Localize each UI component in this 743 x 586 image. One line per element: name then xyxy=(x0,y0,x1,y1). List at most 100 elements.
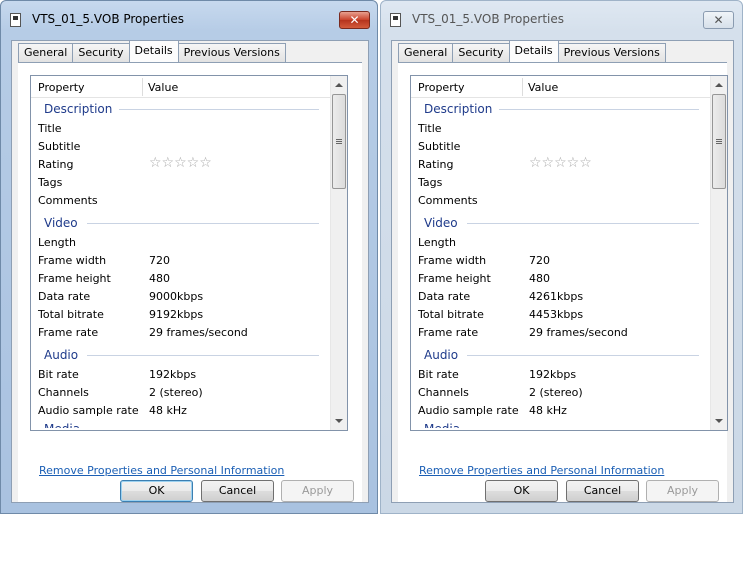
row-comments-label[interactable]: Comments xyxy=(418,194,478,207)
column-header: Property Value xyxy=(31,76,330,98)
row-data-rate-value[interactable]: 9000kbps xyxy=(149,290,203,303)
row-tags-label[interactable]: Tags xyxy=(38,176,62,189)
properties-dialog-left: VTS_01_5.VOB Properties ✕ General Securi… xyxy=(0,0,378,514)
rating-stars[interactable]: ☆☆☆☆☆ xyxy=(149,155,212,171)
row-frame-height-label[interactable]: Frame height xyxy=(418,272,491,285)
tab-details[interactable]: Details xyxy=(508,40,559,62)
remove-properties-link[interactable]: Remove Properties and Personal Informati… xyxy=(419,464,664,477)
row-data-rate-value[interactable]: 4261kbps xyxy=(529,290,583,303)
row-bit-rate-value[interactable]: 192kbps xyxy=(529,368,576,381)
row-data-rate-label[interactable]: Data rate xyxy=(38,290,90,303)
row-frame-rate-label[interactable]: Frame rate xyxy=(418,326,478,339)
scroll-down-arrow-icon[interactable] xyxy=(335,419,343,423)
tab-strip: General Security Details Previous Versio… xyxy=(398,40,666,62)
row-channels-value[interactable]: 2 (stereo) xyxy=(149,386,203,399)
row-frame-height-value[interactable]: 480 xyxy=(149,272,170,285)
grip-icon xyxy=(336,139,342,144)
rating-stars[interactable]: ☆☆☆☆☆ xyxy=(529,155,592,171)
tab-general[interactable]: General xyxy=(18,43,74,62)
details-list[interactable]: Property Value Description Title Subtitl… xyxy=(30,75,348,431)
tab-content: Property Value Description Title Subtitl… xyxy=(18,62,362,502)
row-length-label[interactable]: Length xyxy=(38,236,76,249)
row-bit-rate-value[interactable]: 192kbps xyxy=(149,368,196,381)
title-bar[interactable]: VTS_01_5.VOB Properties ✕ xyxy=(381,1,742,37)
row-length-label[interactable]: Length xyxy=(418,236,456,249)
row-frame-width-label[interactable]: Frame width xyxy=(418,254,486,267)
scroll-down-arrow-icon[interactable] xyxy=(715,419,723,423)
row-channels-label[interactable]: Channels xyxy=(38,386,89,399)
group-video: Video xyxy=(424,216,458,230)
vertical-scrollbar[interactable] xyxy=(710,76,727,430)
scroll-up-arrow-icon[interactable] xyxy=(715,83,723,87)
group-divider xyxy=(87,223,319,224)
row-bit-rate-label[interactable]: Bit rate xyxy=(418,368,459,381)
row-sample-rate-label[interactable]: Audio sample rate xyxy=(38,404,139,417)
file-icon xyxy=(10,13,21,27)
row-subtitle-label[interactable]: Subtitle xyxy=(418,140,460,153)
row-subtitle-label[interactable]: Subtitle xyxy=(38,140,80,153)
window-title: VTS_01_5.VOB Properties xyxy=(32,12,185,26)
row-comments-label[interactable]: Comments xyxy=(38,194,98,207)
group-description: Description xyxy=(424,102,493,116)
title-bar[interactable]: VTS_01_5.VOB Properties ✕ xyxy=(1,1,377,37)
apply-button[interactable]: Apply xyxy=(646,480,719,502)
tab-security[interactable]: Security xyxy=(72,43,130,62)
group-divider xyxy=(499,109,699,110)
close-button[interactable]: ✕ xyxy=(703,11,734,29)
tab-previous-versions[interactable]: Previous Versions xyxy=(177,43,286,62)
row-tags-label[interactable]: Tags xyxy=(418,176,442,189)
row-frame-width-label[interactable]: Frame width xyxy=(38,254,106,267)
column-property[interactable]: Property xyxy=(418,81,465,94)
row-frame-height-label[interactable]: Frame height xyxy=(38,272,111,285)
row-total-bitrate-value[interactable]: 9192kbps xyxy=(149,308,203,321)
close-button[interactable]: ✕ xyxy=(339,11,370,29)
tab-previous-versions[interactable]: Previous Versions xyxy=(557,43,666,62)
row-data-rate-label[interactable]: Data rate xyxy=(418,290,470,303)
tab-content: Property Value Description Title Subtitl… xyxy=(398,62,728,502)
vertical-scrollbar[interactable] xyxy=(330,76,347,430)
cancel-button[interactable]: Cancel xyxy=(201,480,274,502)
row-frame-width-value[interactable]: 720 xyxy=(529,254,550,267)
row-frame-height-value[interactable]: 480 xyxy=(529,272,550,285)
row-sample-rate-label[interactable]: Audio sample rate xyxy=(418,404,519,417)
row-frame-rate-value[interactable]: 29 frames/second xyxy=(149,326,248,339)
group-audio: Audio xyxy=(44,348,79,362)
window-title: VTS_01_5.VOB Properties xyxy=(412,12,565,26)
row-total-bitrate-label[interactable]: Total bitrate xyxy=(418,308,484,321)
row-channels-value[interactable]: 2 (stereo) xyxy=(529,386,583,399)
row-total-bitrate-label[interactable]: Total bitrate xyxy=(38,308,104,321)
row-frame-rate-value[interactable]: 29 frames/second xyxy=(529,326,628,339)
scroll-up-arrow-icon[interactable] xyxy=(335,83,343,87)
column-property[interactable]: Property xyxy=(38,81,85,94)
ok-button[interactable]: OK xyxy=(485,480,558,502)
ok-button[interactable]: OK xyxy=(120,480,193,502)
row-frame-rate-label[interactable]: Frame rate xyxy=(38,326,98,339)
tab-general[interactable]: General xyxy=(398,43,454,62)
row-frame-width-value[interactable]: 720 xyxy=(149,254,170,267)
details-list[interactable]: Property Value Description Title Subtitl… xyxy=(410,75,728,431)
column-header: Property Value xyxy=(411,76,710,98)
group-divider xyxy=(467,355,699,356)
row-sample-rate-value[interactable]: 48 kHz xyxy=(529,404,567,417)
tab-security[interactable]: Security xyxy=(452,43,510,62)
column-separator[interactable] xyxy=(142,78,143,96)
remove-properties-link[interactable]: Remove Properties and Personal Informati… xyxy=(39,464,284,477)
property-sheet: General Security Details Previous Versio… xyxy=(11,40,369,503)
cancel-button[interactable]: Cancel xyxy=(566,480,639,502)
row-channels-label[interactable]: Channels xyxy=(418,386,469,399)
scroll-thumb[interactable] xyxy=(332,94,346,189)
row-bit-rate-label[interactable]: Bit rate xyxy=(38,368,79,381)
row-rating-label[interactable]: Rating xyxy=(38,158,73,171)
tab-details[interactable]: Details xyxy=(128,40,179,62)
apply-button[interactable]: Apply xyxy=(281,480,354,502)
row-title-label[interactable]: Title xyxy=(38,122,62,135)
file-icon xyxy=(390,13,401,27)
scroll-thumb[interactable] xyxy=(712,94,726,189)
row-sample-rate-value[interactable]: 48 kHz xyxy=(149,404,187,417)
row-total-bitrate-value[interactable]: 4453kbps xyxy=(529,308,583,321)
row-title-label[interactable]: Title xyxy=(418,122,442,135)
column-value[interactable]: Value xyxy=(148,81,178,94)
column-value[interactable]: Value xyxy=(528,81,558,94)
row-rating-label[interactable]: Rating xyxy=(418,158,453,171)
column-separator[interactable] xyxy=(522,78,523,96)
